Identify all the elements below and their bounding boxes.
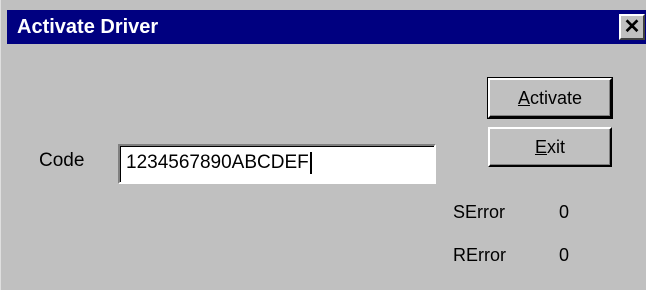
text-caret [309, 151, 312, 174]
serror-label: SError [453, 202, 506, 222]
exit-button[interactable]: Exit [488, 127, 612, 167]
code-label: Code [39, 150, 85, 171]
rerror-label: RError [453, 245, 506, 265]
activate-button[interactable]: Activate [487, 77, 613, 119]
close-icon: ✕ [623, 16, 641, 38]
exit-button-label: Exit [534, 137, 565, 157]
window-title: Activate Driver [17, 16, 159, 38]
serror-value: 0 [559, 202, 570, 222]
code-input[interactable]: 1234567890ABCDEF [118, 144, 436, 184]
activate-driver-dialog: Activate Driver ✕ Activate Exit Code 123… [0, 0, 646, 290]
title-bar[interactable]: Activate Driver ✕ [7, 10, 646, 44]
activate-button-label: Activate [517, 88, 583, 108]
code-input-value: 1234567890ABCDEF [126, 152, 309, 173]
rerror-value: 0 [559, 245, 570, 265]
close-button[interactable]: ✕ [619, 14, 645, 40]
